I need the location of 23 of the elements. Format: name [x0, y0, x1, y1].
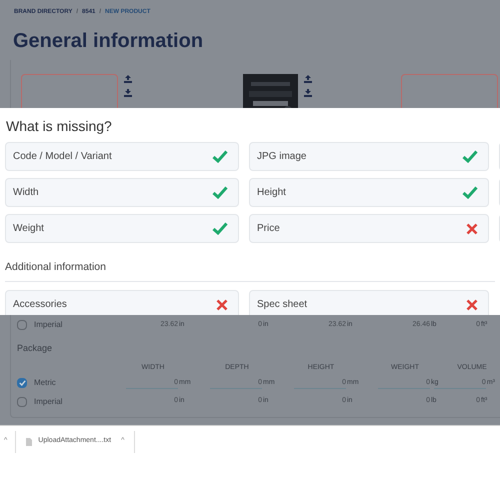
- checklist-label: Code / Model / Variant: [13, 150, 112, 164]
- download-icon[interactable]: [304, 89, 312, 97]
- checklist-label: Width: [13, 186, 39, 200]
- checklist-label: JPG image: [257, 150, 306, 164]
- row-label: Imperial: [34, 319, 62, 331]
- checkbox[interactable]: [17, 396, 27, 406]
- page-title: General information: [12, 29, 204, 53]
- checklist-label: Spec sheet: [257, 298, 308, 312]
- checklist-label: Weight: [13, 222, 44, 236]
- download-icon[interactable]: [124, 89, 132, 97]
- checklist-label: Price: [257, 222, 280, 236]
- checkbox[interactable]: [17, 378, 27, 388]
- checklist-label: Accessories: [13, 298, 67, 312]
- checkbox[interactable]: [17, 320, 27, 330]
- row-label: Metric: [34, 376, 56, 388]
- checklist-label: Height: [257, 186, 286, 200]
- upload-icon[interactable]: [304, 75, 312, 83]
- row-label: Imperial: [34, 396, 62, 408]
- section-heading: Package: [17, 342, 54, 355]
- file-icon: [26, 438, 32, 446]
- section-heading: Additional information: [5, 261, 106, 273]
- modal-title: What is missing?: [5, 117, 113, 134]
- upload-icon[interactable]: [124, 75, 132, 83]
